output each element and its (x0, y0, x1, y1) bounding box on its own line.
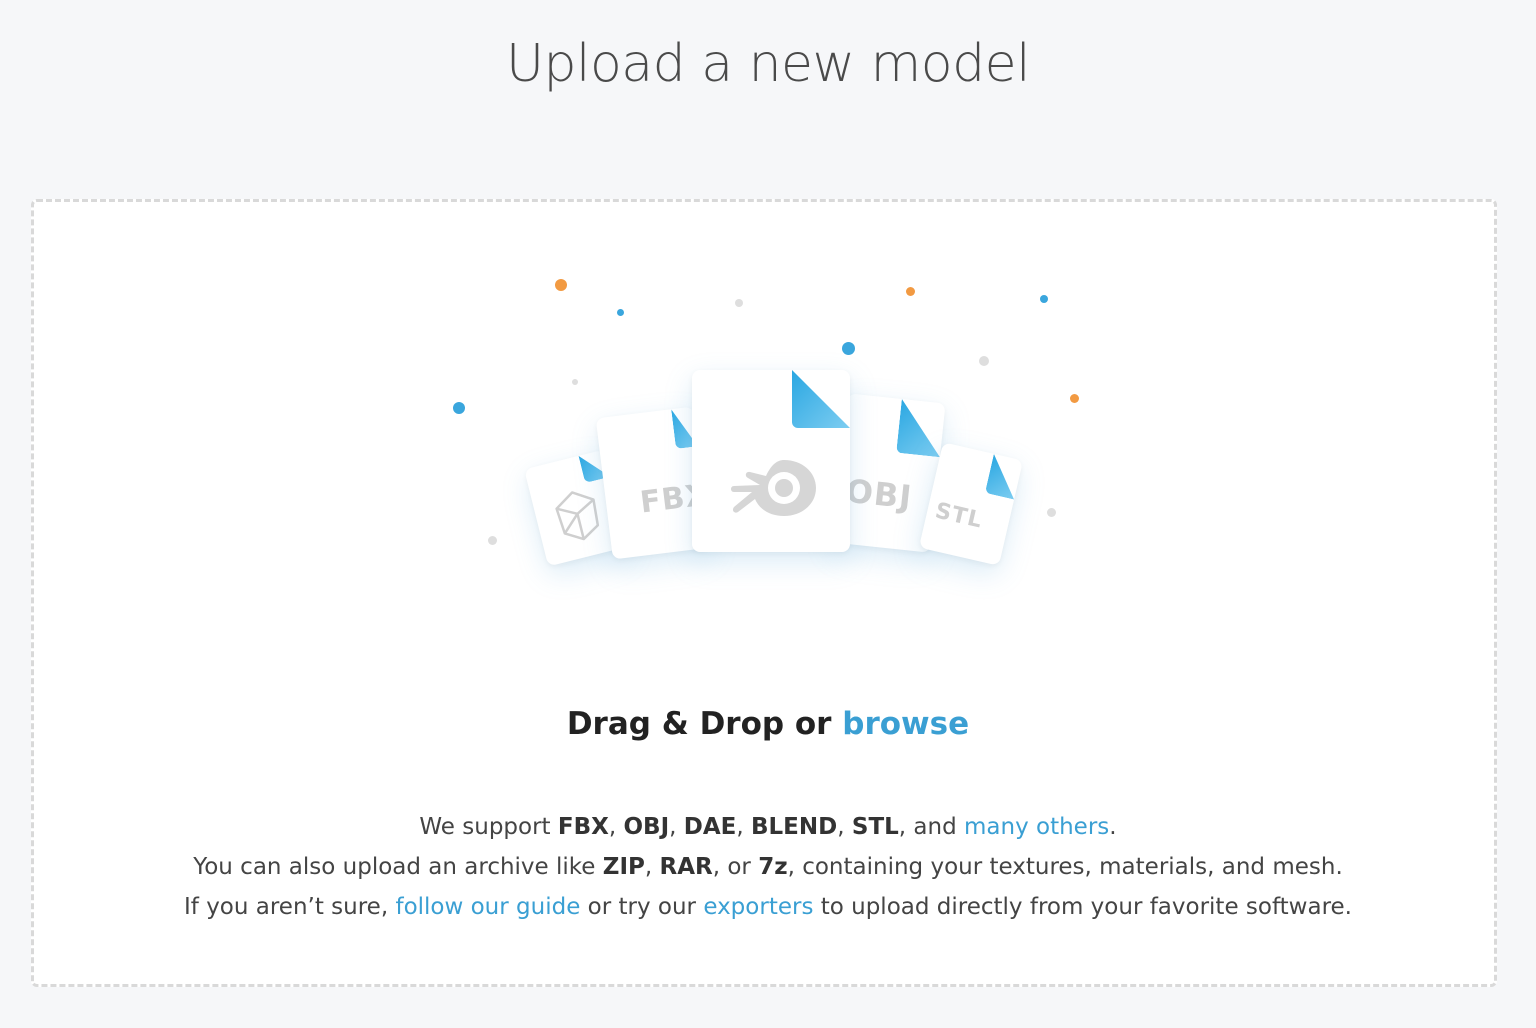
follow-guide-link[interactable]: follow our guide (395, 894, 580, 920)
sketchfab-logo-icon (555, 491, 600, 541)
decor-dot (735, 299, 743, 307)
archive-zip: ZIP (602, 854, 645, 880)
archive-formats-line: You can also upload an archive like ZIP,… (193, 854, 1343, 880)
format-obj: OBJ (623, 814, 670, 840)
file-card-blender (692, 370, 850, 552)
exporters-link[interactable]: exporters (703, 894, 813, 920)
info-text: You can also upload an archive like (193, 854, 596, 880)
browse-link[interactable]: browse (842, 706, 969, 742)
format-dae: DAE (683, 814, 737, 840)
decor-dot (1040, 295, 1048, 303)
format-blend: BLEND (751, 814, 838, 840)
archive-rar: RAR (659, 854, 713, 880)
drag-drop-text: Drag & Drop or (566, 706, 832, 742)
many-others-link[interactable]: many others (964, 814, 1109, 840)
file-type-label: OBJ (843, 471, 915, 517)
decor-dot (572, 379, 578, 385)
help-line: If you aren’t sure, follow our guide or … (184, 894, 1352, 920)
file-type-label: STL (932, 498, 986, 534)
archive-7z: 7z (758, 854, 788, 880)
decor-dot (842, 342, 855, 355)
page-title: Upload a new model (505, 34, 1031, 94)
decor-dot (1070, 394, 1079, 403)
blender-logo-icon (731, 460, 816, 516)
drag-drop-prompt: Drag & Drop or browse (0, 706, 1536, 742)
decor-dot (488, 536, 497, 545)
decor-dot (979, 356, 989, 366)
decor-dot (453, 402, 465, 414)
info-text: We support (419, 814, 551, 840)
decor-dot (617, 309, 624, 316)
decor-dot (906, 287, 915, 296)
format-stl: STL (851, 814, 899, 840)
format-fbx: FBX (557, 814, 609, 840)
info-text: If you aren’t sure, (184, 894, 389, 920)
decor-dot (1047, 508, 1056, 517)
decor-dot (555, 279, 567, 291)
supported-formats-line: We support FBX, OBJ, DAE, BLEND, STL, an… (419, 814, 1117, 840)
